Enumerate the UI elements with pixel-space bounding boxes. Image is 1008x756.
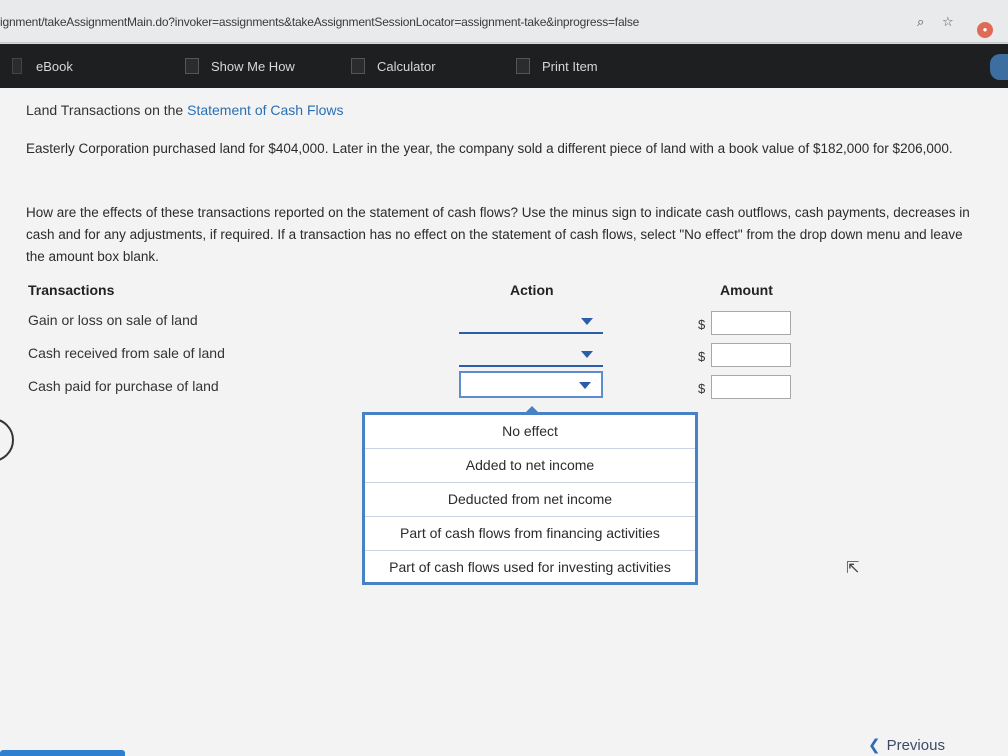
profile-avatar[interactable]: ● (977, 22, 993, 38)
calculator-button[interactable]: Calculator (351, 44, 436, 88)
question-title: Land Transactions on the Statement of Ca… (26, 102, 344, 118)
bottom-tab-strip[interactable] (0, 750, 125, 756)
star-icon[interactable]: ☆ (942, 14, 954, 30)
currency-symbol: $ (698, 381, 706, 396)
url-text[interactable]: ignment/takeAssignmentMain.do?invoker=as… (0, 15, 639, 29)
previous-button[interactable]: ❮ Previous (868, 736, 945, 754)
amount-input-cash-received[interactable] (711, 343, 791, 367)
mouse-cursor-icon: ⇱ (846, 560, 860, 577)
calculator-icon (351, 58, 365, 74)
row-label-cash-paid: Cash paid for purchase of land (28, 378, 219, 394)
ebook-button[interactable]: eBook (12, 44, 73, 88)
chevron-down-icon (581, 351, 593, 358)
currency-symbol: $ (698, 349, 706, 364)
action-header: Action (510, 282, 554, 298)
option-deducted-from-net-income[interactable]: Deducted from net income (365, 483, 695, 517)
print-icon (516, 58, 530, 74)
chevron-down-icon (579, 382, 591, 389)
action-dropdown-menu[interactable]: No effect Added to net income Deducted f… (362, 412, 698, 585)
assignment-toolbar: eBook Show Me How Calculator Print Item (0, 44, 1008, 88)
amount-header: Amount (720, 282, 773, 298)
amount-input-cash-paid[interactable] (711, 375, 791, 399)
book-icon (12, 58, 22, 74)
question-title-text: Land Transactions on the (26, 102, 188, 118)
option-financing-activities[interactable]: Part of cash flows from financing activi… (365, 517, 695, 551)
circle-decoration (0, 418, 14, 462)
question-paragraph-1: Easterly Corporation purchased land for … (26, 141, 953, 156)
option-added-to-net-income[interactable]: Added to net income (365, 449, 695, 483)
question-panel: Land Transactions on the Statement of Ca… (0, 88, 1008, 756)
action-select-cash-paid[interactable] (459, 371, 603, 398)
row-label-cash-received: Cash received from sale of land (28, 345, 225, 361)
transactions-header: Transactions (28, 282, 115, 298)
row-label-gain-loss: Gain or loss on sale of land (28, 312, 198, 328)
action-select-cash-received[interactable] (459, 343, 603, 367)
browser-address-bar[interactable]: ignment/takeAssignmentMain.do?invoker=as… (0, 0, 1008, 43)
show-me-how-button[interactable]: Show Me How (185, 44, 295, 88)
print-item-button[interactable]: Print Item (516, 44, 598, 88)
option-investing-activities[interactable]: Part of cash flows used for investing ac… (365, 551, 695, 584)
ebook-label: eBook (36, 58, 73, 74)
action-select-gain-loss[interactable] (459, 310, 603, 334)
zoom-icon[interactable]: ⌕ (917, 14, 924, 30)
show-me-how-label: Show Me How (211, 58, 295, 74)
calculator-label: Calculator (377, 58, 436, 74)
option-no-effect[interactable]: No effect (365, 415, 695, 449)
chevron-down-icon (581, 318, 593, 325)
currency-symbol: $ (698, 317, 706, 332)
side-panel-tab[interactable] (990, 54, 1008, 80)
print-item-label: Print Item (542, 58, 598, 74)
previous-label: Previous (886, 737, 945, 754)
amount-input-gain-loss[interactable] (711, 311, 791, 335)
question-paragraph-2: How are the effects of these transaction… (26, 205, 970, 264)
video-icon (185, 58, 199, 74)
chevron-left-icon: ❮ (868, 737, 881, 754)
statement-link[interactable]: Statement of Cash Flows (187, 102, 343, 118)
